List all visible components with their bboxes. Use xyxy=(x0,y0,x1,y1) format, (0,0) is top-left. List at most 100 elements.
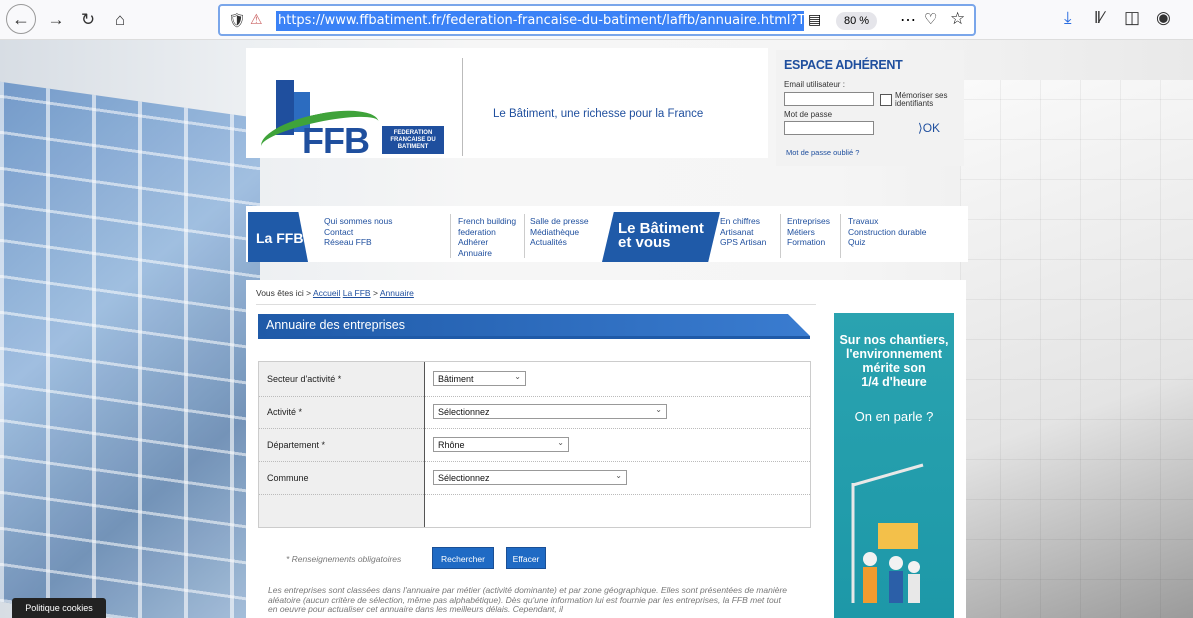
nav-link[interactable]: En chiffres xyxy=(720,216,766,227)
breadcrumb-prefix: Vous êtes ici > xyxy=(256,288,312,298)
remember-checkbox[interactable] xyxy=(880,94,892,106)
chevron-down-icon: ⌄ xyxy=(655,405,662,414)
nav-link[interactable]: federation xyxy=(458,227,516,238)
account-icon[interactable]: ◉ xyxy=(1156,8,1171,28)
sidebar-icon[interactable]: ◫ xyxy=(1124,8,1140,28)
nav-divider xyxy=(840,214,841,258)
password-field[interactable] xyxy=(784,121,874,135)
search-button[interactable]: Rechercher xyxy=(432,547,494,569)
row-divider xyxy=(259,428,810,429)
url-text[interactable]: https://www.ffbatiment.fr/federation-fra… xyxy=(276,11,804,31)
ad-illustration xyxy=(851,463,924,603)
email-label: Email utilisateur : xyxy=(784,80,845,89)
nav-link[interactable]: Réseau FFB xyxy=(324,237,393,248)
nav-link[interactable]: Médiathèque xyxy=(530,227,589,238)
nav-divider xyxy=(450,214,451,258)
forgot-password-link[interactable]: Mot de passe oublié ? xyxy=(786,148,859,157)
email-field[interactable] xyxy=(784,92,874,106)
member-login-panel: ESPACE ADHÉRENT Email utilisateur : Mémo… xyxy=(776,50,964,166)
clear-button[interactable]: Effacer xyxy=(506,547,546,569)
directory-description: Les entreprises sont classées dans l'ann… xyxy=(268,585,788,614)
ffb-logo[interactable]: FFB FEDERATION FRANCAISE DU BATIMENT xyxy=(257,72,446,167)
sector-select[interactable]: Bâtiment ⌄ xyxy=(433,371,526,386)
ad-line: 1/4 d'heure xyxy=(861,375,927,389)
nav-link[interactable]: Métiers xyxy=(787,227,830,238)
nav-link[interactable]: Contact xyxy=(324,227,393,238)
nav-column: Salle de presse Médiathèque Actualités xyxy=(530,216,589,248)
ad-banner[interactable]: Sur nos chantiers, l'environnement mérit… xyxy=(834,313,954,618)
nav-column: Travaux Construction durable Quiz xyxy=(848,216,926,248)
commune-label: Commune xyxy=(267,473,309,483)
blueprint-background-image xyxy=(960,80,1193,618)
library-icon[interactable]: ‖∕ xyxy=(1094,8,1104,28)
breadcrumb-laffb[interactable]: La FFB xyxy=(343,288,371,298)
nav-link[interactable]: Adhérer xyxy=(458,237,516,248)
reload-icon[interactable]: ↻ xyxy=(74,6,102,34)
nav-laffb[interactable]: La FFB xyxy=(248,212,308,262)
lock-icon[interactable]: ⚠ xyxy=(250,11,263,28)
row-divider xyxy=(259,396,810,397)
login-ok-label: OK xyxy=(922,121,941,135)
forward-icon[interactable]: → xyxy=(42,6,70,34)
activity-select[interactable]: Sélectionnez ⌄ xyxy=(433,404,667,419)
row-divider xyxy=(259,494,810,495)
nav-divider xyxy=(780,214,781,258)
nav-link[interactable]: Qui sommes nous xyxy=(324,216,393,227)
title-rule xyxy=(258,336,810,339)
shield-icon[interactable]: 🛡 xyxy=(228,12,246,29)
ad-line: mérite son xyxy=(862,361,926,375)
ad-cta[interactable]: On en parle ? xyxy=(834,409,954,424)
reader-view-icon[interactable]: ▤ xyxy=(808,11,821,28)
required-note: * Renseignements obligatoires xyxy=(286,554,402,564)
chevron-down-icon: ⌄ xyxy=(514,372,521,381)
sector-value: Bâtiment xyxy=(438,374,474,384)
nav-link[interactable]: Salle de presse xyxy=(530,216,589,227)
login-ok-button[interactable]: ⟩OK xyxy=(918,121,940,135)
breadcrumb-accueil[interactable]: Accueil xyxy=(313,288,340,298)
nav-link[interactable]: Construction durable xyxy=(848,227,926,238)
nav-link[interactable]: Travaux xyxy=(848,216,926,227)
commune-select[interactable]: Sélectionnez ⌄ xyxy=(433,470,627,485)
password-label: Mot de passe xyxy=(784,110,833,119)
home-icon[interactable]: ⌂ xyxy=(106,6,134,34)
building-background-image xyxy=(0,81,260,618)
page-title: Annuaire des entreprises xyxy=(258,314,810,336)
commune-value: Sélectionnez xyxy=(438,473,490,483)
header-divider xyxy=(462,58,463,156)
nav-link[interactable]: Quiz xyxy=(848,237,926,248)
star-icon[interactable]: ☆ xyxy=(950,9,965,29)
logo-text: FFB xyxy=(302,120,370,161)
nav-link[interactable]: Entreprises xyxy=(787,216,830,227)
cookie-policy-button[interactable]: Politique cookies xyxy=(12,598,106,618)
zoom-indicator[interactable]: 80 % xyxy=(836,12,878,30)
department-value: Rhône xyxy=(438,440,465,450)
download-icon[interactable]: ⤓ xyxy=(1064,8,1072,28)
nav-link[interactable]: GPS Artisan xyxy=(720,237,766,248)
nav-link[interactable]: Artisanat xyxy=(720,227,766,238)
breadcrumb-annuaire[interactable]: Annuaire xyxy=(380,288,414,298)
tagline: Le Bâtiment, une richesse pour la France xyxy=(493,108,704,120)
nav-batiment-line: et vous xyxy=(618,234,671,251)
nav-column: En chiffres Artisanat GPS Artisan xyxy=(720,216,766,248)
remember-label: Mémoriser ses identifiants xyxy=(895,91,948,108)
nav-column: Qui sommes nous Contact Réseau FFB xyxy=(324,216,393,248)
nav-link[interactable]: Annuaire xyxy=(458,248,516,259)
url-bar[interactable]: 🛡 ⚠ https://www.ffbatiment.fr/federation… xyxy=(218,4,976,36)
department-label: Département * xyxy=(267,440,326,450)
nav-column: Entreprises Métiers Formation xyxy=(787,216,830,248)
nav-link[interactable]: French building xyxy=(458,216,516,227)
ad-line: l'environnement xyxy=(845,347,943,361)
nav-le-batiment[interactable]: Le Bâtiment et vous xyxy=(602,212,720,262)
breadcrumb-rule xyxy=(256,304,816,305)
back-icon[interactable]: ← xyxy=(6,4,36,34)
ad-line: Sur nos chantiers, xyxy=(839,333,949,347)
pocket-icon[interactable]: ♡ xyxy=(924,10,937,28)
nav-link[interactable]: Actualités xyxy=(530,237,589,248)
breadcrumb: Vous êtes ici > Accueil La FFB > Annuair… xyxy=(256,288,414,298)
chevron-down-icon: ⌄ xyxy=(557,438,564,447)
department-select[interactable]: Rhône ⌄ xyxy=(433,437,569,452)
nav-link[interactable]: Formation xyxy=(787,237,830,248)
row-divider xyxy=(259,461,810,462)
activity-value: Sélectionnez xyxy=(438,407,490,417)
more-icon[interactable]: ⋯ xyxy=(900,10,916,30)
